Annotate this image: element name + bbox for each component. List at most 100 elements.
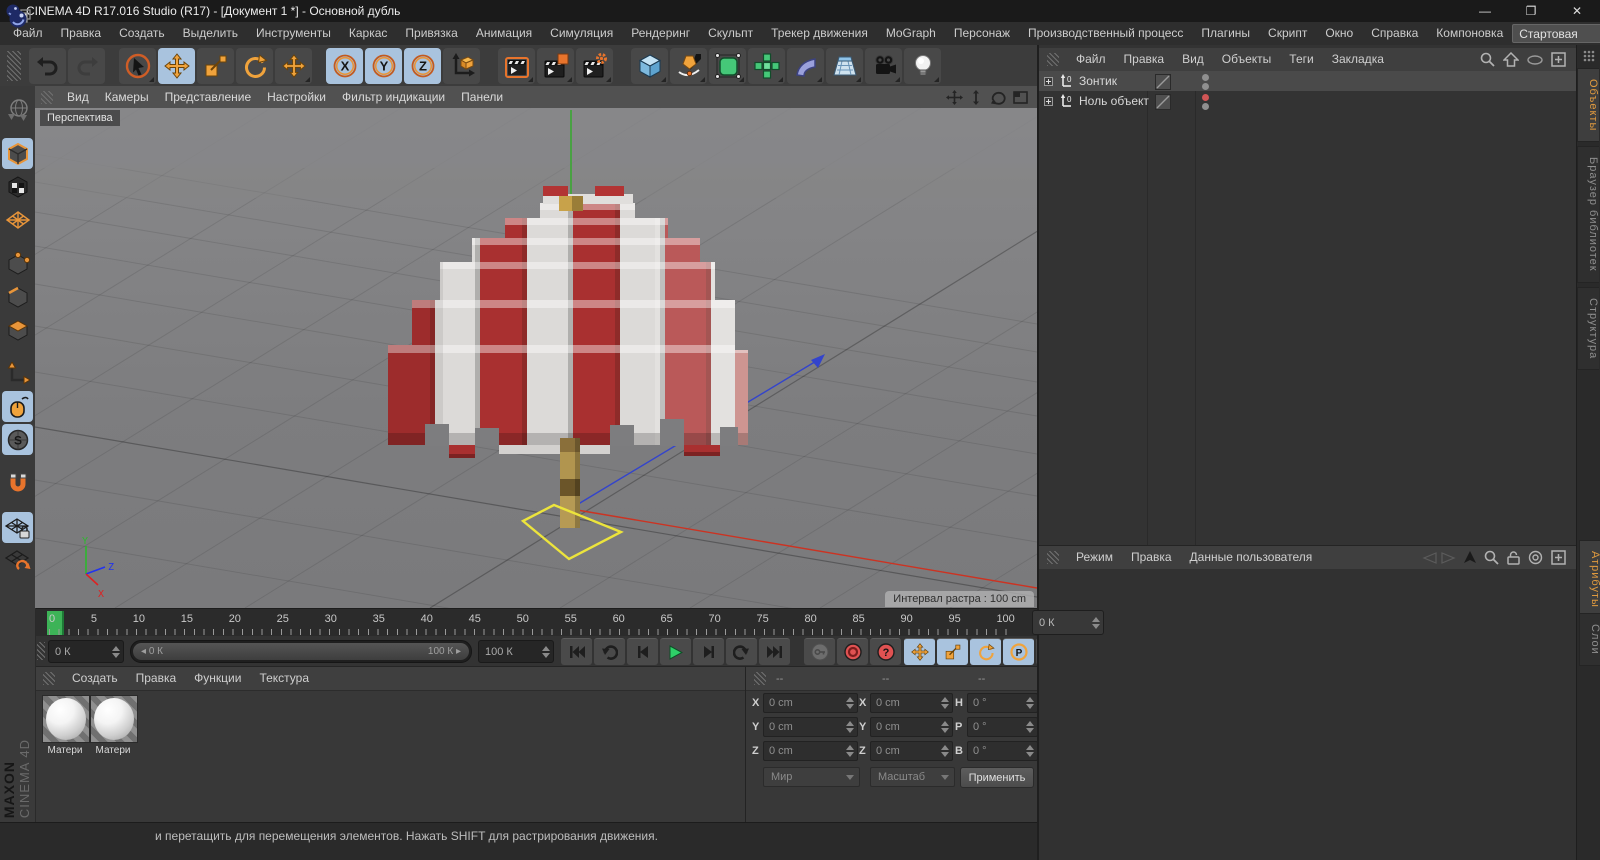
- preview-range-slider[interactable]: ◂ 0 К 100 К ▸: [130, 640, 472, 663]
- editor-visibility-dot[interactable]: [1202, 94, 1209, 101]
- viewport-canvas[interactable]: Y Z X Перспектива Интервал растра : 100 …: [35, 108, 1037, 608]
- menu-item[interactable]: Справка: [1362, 22, 1427, 45]
- camera-button[interactable]: [865, 48, 902, 84]
- materials-menu-item[interactable]: Создать: [63, 667, 127, 690]
- next-key-button[interactable]: [726, 638, 757, 665]
- menu-item[interactable]: Привязка: [396, 22, 466, 45]
- key-position-toggle[interactable]: [904, 638, 935, 665]
- scale-z-field[interactable]: 0 cm: [870, 741, 953, 761]
- material-item[interactable]: Матери: [90, 695, 136, 756]
- soft-selection-button[interactable]: S: [2, 424, 33, 455]
- material-preview[interactable]: [90, 695, 138, 743]
- pos-z-field[interactable]: 0 cm: [763, 741, 858, 761]
- material-preview[interactable]: [42, 695, 90, 743]
- menu-item[interactable]: Скульпт: [699, 22, 762, 45]
- object-manager-menu-item[interactable]: Закладка: [1323, 48, 1393, 71]
- object-row-null[interactable]: 0 Ноль объект: [1039, 91, 1578, 111]
- materials-grip[interactable]: [43, 672, 55, 685]
- workplane-align-button[interactable]: [2, 545, 33, 576]
- rot-b-field[interactable]: 0 °: [967, 741, 1038, 761]
- menu-item[interactable]: Правка: [52, 22, 111, 45]
- object-name[interactable]: Ноль объект: [1079, 94, 1149, 108]
- pen-spline-button[interactable]: [670, 48, 707, 84]
- lock-x-axis-button[interactable]: X: [326, 48, 363, 84]
- key-parameter-toggle[interactable]: P: [1003, 638, 1034, 665]
- umbrella-model[interactable]: [388, 186, 750, 528]
- pos-x-field[interactable]: 0 cm: [763, 693, 858, 713]
- rot-h-field[interactable]: 0 °: [967, 693, 1038, 713]
- menu-item[interactable]: Выделить: [174, 22, 247, 45]
- edges-mode-button[interactable]: [2, 281, 33, 312]
- visibility-dots[interactable]: [1202, 93, 1209, 111]
- key-rotation-toggle[interactable]: [970, 638, 1001, 665]
- move-tool-button[interactable]: [158, 48, 195, 84]
- menu-item[interactable]: Персонаж: [945, 22, 1019, 45]
- redo-button[interactable]: [68, 48, 105, 84]
- tab-content-browser[interactable]: Браузер библиотек: [1577, 146, 1599, 283]
- restore-button[interactable]: ❐: [1508, 0, 1554, 22]
- home-path-icon[interactable]: [1503, 52, 1519, 67]
- menu-item[interactable]: Инструменты: [247, 22, 340, 45]
- menu-item[interactable]: MoGraph: [877, 22, 945, 45]
- add-panel-icon[interactable]: [1551, 52, 1566, 67]
- previous-key-button[interactable]: [594, 638, 625, 665]
- last-used-tool-button[interactable]: [275, 48, 312, 84]
- viewport-rotate-icon[interactable]: [990, 90, 1006, 105]
- make-editable-button[interactable]: [2, 94, 33, 125]
- attribute-manager-grip[interactable]: [1047, 551, 1059, 564]
- materials-menu-item[interactable]: Текстура: [250, 667, 318, 690]
- editor-visibility-dot[interactable]: [1202, 74, 1209, 81]
- menu-item[interactable]: Производственный процесс: [1019, 22, 1192, 45]
- autokey-button[interactable]: [837, 638, 868, 665]
- points-mode-button[interactable]: [2, 248, 33, 279]
- deformer-button[interactable]: [787, 48, 824, 84]
- object-manager-menu-item[interactable]: Объекты: [1213, 48, 1281, 71]
- render-to-picture-viewer-button[interactable]: [537, 48, 574, 84]
- workplane-mode-button[interactable]: [2, 204, 33, 235]
- rotate-tool-button[interactable]: [236, 48, 273, 84]
- scale-mode-dropdown[interactable]: Масштаб: [870, 767, 955, 787]
- viewport-toggle-icon[interactable]: [1013, 91, 1028, 104]
- search-icon[interactable]: [1480, 52, 1495, 67]
- object-manager-grip[interactable]: [1047, 53, 1059, 66]
- object-manager-menu-item[interactable]: Файл: [1067, 48, 1115, 71]
- menu-item[interactable]: Трекер движения: [762, 22, 877, 45]
- attribute-menu-item[interactable]: Правка: [1122, 546, 1181, 569]
- menu-item[interactable]: Окно: [1316, 22, 1362, 45]
- tab-layers[interactable]: Слои: [1579, 613, 1600, 666]
- search-icon[interactable]: [1484, 550, 1499, 565]
- lock-z-axis-button[interactable]: Z: [404, 48, 441, 84]
- menu-item[interactable]: Симуляция: [541, 22, 622, 45]
- minimize-button[interactable]: —: [1462, 0, 1508, 22]
- tab-structure[interactable]: Структура: [1577, 287, 1599, 370]
- workplane-lock-button[interactable]: [2, 512, 33, 543]
- attribute-menu-item[interactable]: Режим: [1067, 546, 1122, 569]
- menu-item[interactable]: Плагины: [1192, 22, 1259, 45]
- previous-frame-button[interactable]: [627, 638, 658, 665]
- viewport-menu-item[interactable]: Настройки: [259, 86, 334, 108]
- visibility-dots[interactable]: [1202, 73, 1209, 91]
- expand-icon[interactable]: [1044, 97, 1053, 106]
- viewport-menu-item[interactable]: Фильтр индикации: [334, 86, 453, 108]
- menu-item[interactable]: Скрипт: [1259, 22, 1316, 45]
- key-scale-toggle[interactable]: [937, 638, 968, 665]
- axis-mode-button[interactable]: [2, 358, 33, 389]
- viewport-pan-icon[interactable]: [946, 90, 963, 105]
- materials-menu-item[interactable]: Функции: [185, 667, 250, 690]
- tweak-mode-button[interactable]: [2, 391, 33, 422]
- materials-menu-item[interactable]: Правка: [127, 667, 186, 690]
- mograph-button[interactable]: [748, 48, 785, 84]
- spin-down-icon[interactable]: [1092, 624, 1100, 629]
- spin-up-icon[interactable]: [1092, 617, 1100, 622]
- scale-tool-button[interactable]: [197, 48, 234, 84]
- tab-objects[interactable]: Объекты: [1577, 68, 1599, 142]
- render-visibility-dot[interactable]: [1202, 103, 1209, 110]
- scale-x-field[interactable]: 0 cm: [870, 693, 953, 713]
- add-panel-icon[interactable]: [1551, 550, 1566, 565]
- subdivision-surface-button[interactable]: [709, 48, 746, 84]
- record-keyframe-button[interactable]: [804, 638, 835, 665]
- object-name[interactable]: Зонтик: [1079, 74, 1117, 88]
- lock-icon[interactable]: [1507, 550, 1520, 565]
- snap-button[interactable]: [2, 468, 33, 499]
- viewport-zoom-icon[interactable]: [970, 90, 982, 105]
